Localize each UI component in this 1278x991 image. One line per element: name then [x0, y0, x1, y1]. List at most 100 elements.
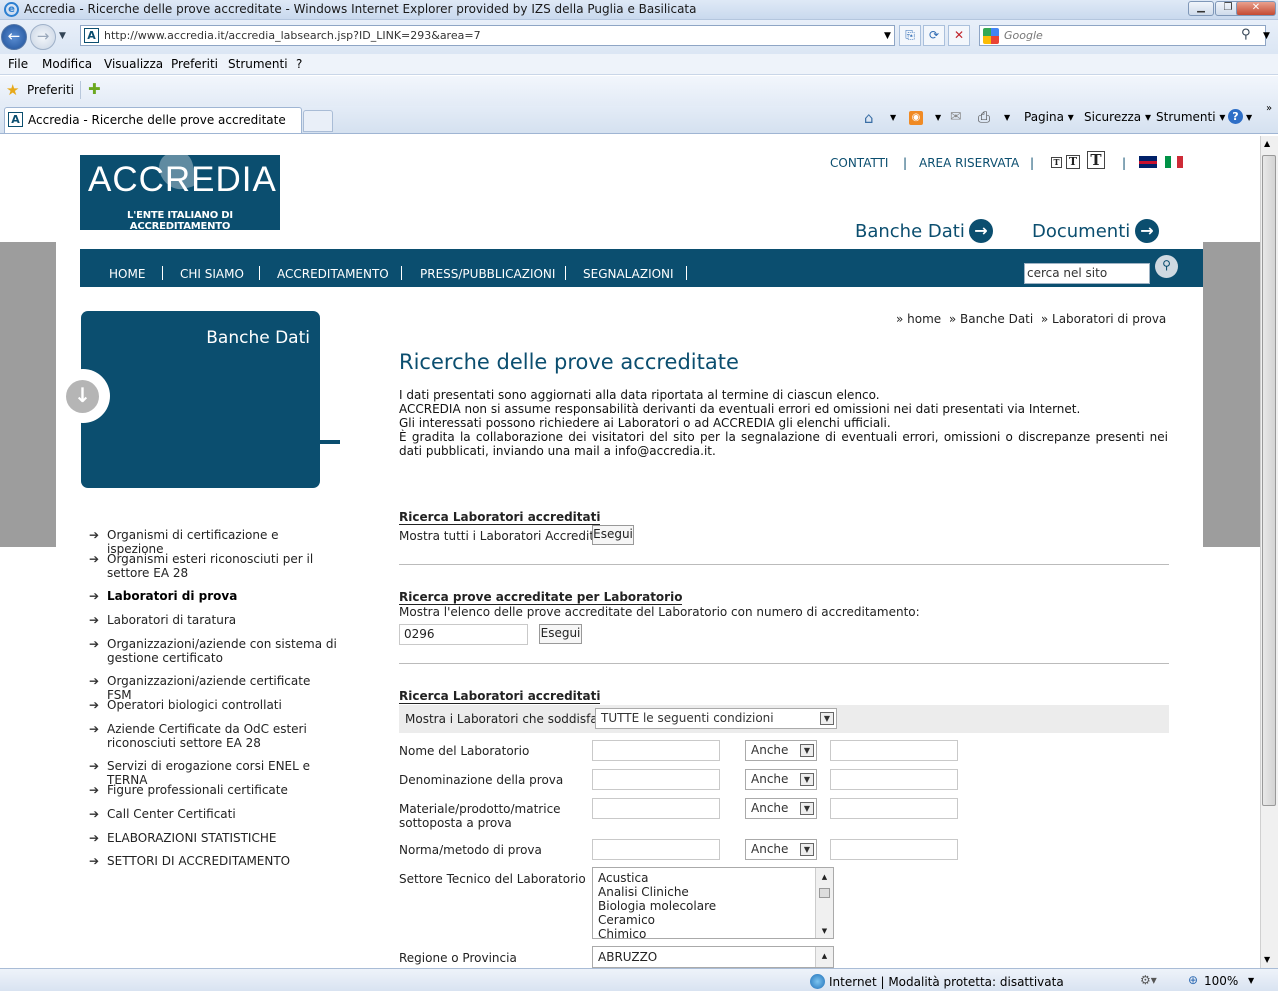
- add-favorite-icon[interactable]: ✚: [88, 80, 101, 98]
- accreditation-number-input[interactable]: 0296: [399, 624, 528, 645]
- sector-option[interactable]: Acustica: [598, 871, 828, 885]
- listbox-scrollbar[interactable]: ▲ ▼: [815, 868, 833, 938]
- sector-option[interactable]: Analisi Cliniche: [598, 885, 828, 899]
- scroll-down-icon[interactable]: ▼: [816, 924, 833, 938]
- sidebar-item[interactable]: Laboratori di taratura: [107, 613, 337, 627]
- chevron-more-icon[interactable]: »: [1266, 103, 1272, 114]
- tab-title[interactable]: Accredia - Ricerche delle prove accredit…: [28, 113, 286, 127]
- new-tab-button[interactable]: [303, 110, 333, 132]
- help-icon[interactable]: ?: [1228, 109, 1243, 124]
- mail-icon[interactable]: ✉: [950, 109, 962, 125]
- text-size-small[interactable]: T: [1051, 157, 1062, 168]
- banche-dati-link[interactable]: Banche Dati: [855, 221, 965, 242]
- scroll-thumb[interactable]: [819, 888, 830, 898]
- sidebar-item[interactable]: Aziende Certificate da OdC esteri ricono…: [107, 722, 337, 750]
- area-riservata-link[interactable]: AREA RISERVATA: [919, 156, 1019, 170]
- zoom-dropdown-icon[interactable]: ▼: [1248, 976, 1254, 985]
- history-dropdown-icon[interactable]: ▼: [59, 31, 66, 41]
- documenti-link[interactable]: Documenti: [1032, 221, 1130, 242]
- back-icon[interactable]: ←: [1, 24, 27, 50]
- english-flag-icon[interactable]: [1139, 156, 1157, 168]
- listbox-scrollbar[interactable]: ▲: [815, 947, 833, 967]
- rss-icon[interactable]: ◉: [909, 111, 923, 125]
- esegui-lab-button[interactable]: Esegui: [539, 624, 582, 644]
- field-input-secondary[interactable]: [830, 740, 958, 761]
- search-dropdown-icon[interactable]: ▼: [1263, 31, 1270, 41]
- stop-icon[interactable]: ✕: [948, 25, 970, 46]
- favorites-button[interactable]: Preferiti: [27, 83, 74, 97]
- field-input[interactable]: [592, 740, 720, 761]
- address-url[interactable]: http://www.accredia.it/accredia_labsearc…: [104, 29, 481, 42]
- forward-icon[interactable]: →: [30, 24, 56, 50]
- region-listbox[interactable]: ABRUZZO ▲: [592, 946, 834, 968]
- site-search-icon[interactable]: ⚲: [1155, 255, 1178, 278]
- sidebar-item[interactable]: Call Center Certificati: [107, 807, 337, 821]
- menu-visualizza[interactable]: Visualizza: [104, 57, 163, 71]
- region-option[interactable]: ABRUZZO: [593, 947, 833, 967]
- page-scroll-thumb[interactable]: [1262, 155, 1276, 806]
- site-search-input[interactable]: cerca nel sito: [1024, 263, 1150, 284]
- home-dropdown-icon[interactable]: ▼: [890, 113, 896, 122]
- menu-file[interactable]: File: [8, 57, 28, 71]
- arrow-right-icon[interactable]: →: [969, 219, 993, 243]
- menu-strumenti[interactable]: Strumenti: [228, 57, 288, 71]
- search-icon[interactable]: ⚲: [1241, 27, 1251, 42]
- scroll-down-icon[interactable]: ▼: [1264, 955, 1270, 964]
- sidebar-item[interactable]: Figure professionali certificate: [107, 783, 337, 797]
- operator-select[interactable]: Anche ▼: [745, 769, 817, 790]
- text-size-medium[interactable]: T: [1066, 155, 1080, 169]
- sector-option[interactable]: Chimico: [598, 927, 828, 938]
- print-dropdown-icon[interactable]: ▼: [1004, 113, 1010, 122]
- scroll-up-icon[interactable]: ▲: [816, 870, 833, 884]
- contatti-link[interactable]: CONTATTI: [830, 156, 888, 170]
- protected-mode-icon[interactable]: ⚙▾: [1140, 973, 1157, 987]
- operator-select[interactable]: Anche ▼: [745, 798, 817, 819]
- security-menu[interactable]: Sicurezza ▾: [1084, 110, 1151, 124]
- scroll-up-icon[interactable]: ▲: [816, 949, 833, 963]
- compatibility-icon[interactable]: ⎘: [899, 25, 921, 46]
- condition-select[interactable]: TUTTE le seguenti condizioni ▼: [595, 708, 837, 729]
- minimize-icon[interactable]: ▁: [1188, 1, 1214, 16]
- sector-option[interactable]: Biologia molecolare: [598, 899, 828, 913]
- nav-accreditamento[interactable]: ACCREDITAMENTO: [277, 267, 389, 281]
- favorites-star-icon[interactable]: ★: [6, 81, 19, 99]
- field-input-secondary[interactable]: [830, 769, 958, 790]
- zoom-level[interactable]: 100%: [1204, 974, 1238, 988]
- field-input[interactable]: [592, 798, 720, 819]
- arrow-right-icon[interactable]: →: [1135, 219, 1159, 243]
- menu-preferiti[interactable]: Preferiti: [171, 57, 218, 71]
- nav-home[interactable]: HOME: [109, 267, 145, 281]
- sector-option[interactable]: Ceramico: [598, 913, 828, 927]
- sector-listbox[interactable]: Acustica Analisi Cliniche Biologia molecol…: [592, 867, 834, 939]
- breadcrumb-home[interactable]: home: [907, 312, 941, 326]
- sidebar-item[interactable]: Organismi esteri riconosciuti per il set…: [107, 552, 337, 580]
- breadcrumb-banche-dati[interactable]: Banche Dati: [960, 312, 1033, 326]
- nav-press[interactable]: PRESS/PUBBLICAZIONI: [420, 267, 555, 281]
- scroll-up-icon[interactable]: ▲: [1264, 139, 1270, 148]
- operator-select[interactable]: Anche ▼: [745, 839, 817, 860]
- sidebar-item[interactable]: ELABORAZIONI STATISTICHE: [107, 831, 337, 845]
- home-icon[interactable]: ⌂: [864, 109, 874, 127]
- tools-menu[interactable]: Strumenti ▾: [1156, 110, 1225, 124]
- refresh-icon[interactable]: ⟳: [923, 25, 945, 46]
- zoom-icon[interactable]: ⊕: [1188, 973, 1198, 987]
- text-size-large[interactable]: T: [1087, 151, 1105, 169]
- sidebar-item[interactable]: Operatori biologici controllati: [107, 698, 337, 712]
- field-input[interactable]: [592, 839, 720, 860]
- print-icon[interactable]: ⎙: [978, 108, 990, 126]
- nav-segnalazioni[interactable]: SEGNALAZIONI: [583, 267, 674, 281]
- field-input-secondary[interactable]: [830, 798, 958, 819]
- sidebar-item[interactable]: SETTORI DI ACCREDITAMENTO: [107, 854, 337, 868]
- sidebar-item[interactable]: Laboratori di prova: [107, 589, 337, 603]
- arrow-down-icon[interactable]: ↓: [66, 380, 99, 413]
- address-dropdown-icon[interactable]: ▼: [884, 31, 891, 41]
- operator-select[interactable]: Anche ▼: [745, 740, 817, 761]
- field-input-secondary[interactable]: [830, 839, 958, 860]
- sidebar-item[interactable]: Organizzazioni/aziende con sistema di ge…: [107, 637, 337, 665]
- close-window-icon[interactable]: ✕: [1236, 1, 1276, 16]
- italian-flag-icon[interactable]: [1165, 156, 1183, 168]
- help-dropdown-icon[interactable]: ▼: [1246, 113, 1252, 122]
- nav-chi-siamo[interactable]: CHI SIAMO: [180, 267, 244, 281]
- rss-dropdown-icon[interactable]: ▼: [935, 113, 941, 122]
- page-menu[interactable]: Pagina ▾: [1024, 110, 1074, 124]
